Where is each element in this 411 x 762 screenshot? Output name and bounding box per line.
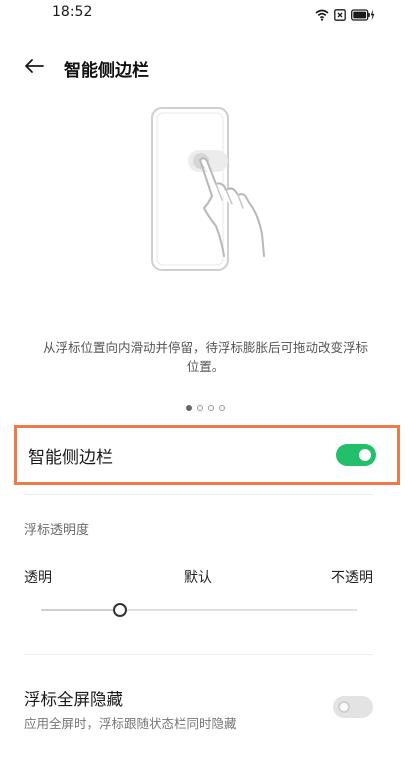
- pager-dot[interactable]: [208, 405, 214, 411]
- opacity-min-label: 透明: [24, 570, 52, 586]
- no-sim-icon: [334, 6, 346, 25]
- opacity-section-label: 浮标透明度: [24, 523, 90, 538]
- status-icons: [315, 6, 375, 25]
- page-title: 智能侧边栏: [64, 61, 149, 81]
- pager-dot[interactable]: [197, 405, 203, 411]
- opacity-max-label: 不透明: [331, 570, 373, 586]
- smart-sidebar-row[interactable]: 智能侧边栏: [14, 425, 400, 485]
- fullscreen-hide-subtitle: 应用全屏时，浮标跟随状态栏同时隐藏: [24, 716, 237, 731]
- fullscreen-hide-title: 浮标全屏隐藏: [24, 690, 123, 709]
- pager-dot[interactable]: [219, 405, 225, 411]
- opacity-slider[interactable]: [41, 603, 357, 617]
- opacity-default-label: 默认: [184, 570, 212, 586]
- toggle-knob: [359, 449, 371, 461]
- opacity-slider-labels: 透明 默认 不透明: [24, 567, 373, 587]
- back-button[interactable]: [20, 54, 48, 82]
- fullscreen-hide-toggle[interactable]: [333, 696, 373, 718]
- pager-dots: [0, 402, 411, 414]
- opacity-slider-thumb[interactable]: [113, 603, 127, 617]
- feature-description: 从浮标位置向内滑动并停留，待浮标膨胀后可拖动改变浮标位置。: [42, 340, 368, 374]
- arrow-left-icon: [24, 58, 44, 78]
- toggle-knob: [338, 701, 350, 713]
- pager-dot[interactable]: [186, 405, 192, 411]
- status-bar: 18:52: [0, 0, 411, 28]
- battery-charging-icon: [351, 6, 375, 25]
- opacity-slider-fill: [41, 609, 120, 611]
- wifi-icon: [315, 6, 329, 25]
- page-header: 智能侧边栏: [0, 48, 411, 88]
- status-time: 18:52: [52, 4, 93, 20]
- smart-sidebar-toggle[interactable]: [336, 444, 376, 466]
- divider: [24, 654, 373, 655]
- divider: [24, 494, 373, 495]
- phone-swipe-gesture-illustration: [146, 104, 286, 276]
- smart-sidebar-label: 智能侧边栏: [28, 448, 113, 468]
